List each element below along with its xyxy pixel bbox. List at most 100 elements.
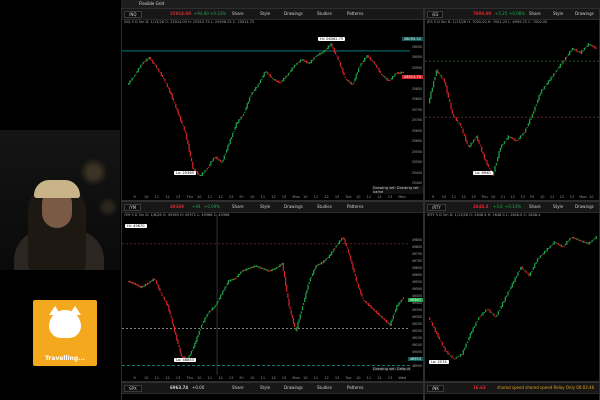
time-tick: 10 bbox=[144, 376, 149, 380]
candle bbox=[400, 299, 402, 303]
candle bbox=[556, 242, 558, 244]
candle bbox=[135, 284, 138, 286]
candle bbox=[335, 51, 337, 55]
price-chart[interactable] bbox=[122, 215, 410, 375]
candle bbox=[577, 238, 579, 241]
candle bbox=[250, 95, 252, 97]
price-tick: 49150 bbox=[411, 336, 422, 340]
symbol-selector[interactable]: /NK bbox=[427, 385, 444, 392]
candle bbox=[263, 268, 265, 270]
candle bbox=[267, 269, 269, 272]
candle bbox=[365, 301, 368, 304]
symbol-selector[interactable]: /ES bbox=[427, 11, 444, 18]
studies-button[interactable]: Studies bbox=[317, 204, 332, 209]
studies-button[interactable]: Studies bbox=[317, 385, 332, 390]
time-tick: Fri bbox=[239, 376, 244, 380]
candle bbox=[476, 320, 478, 322]
candle bbox=[434, 76, 436, 81]
candle bbox=[297, 321, 299, 329]
symbol-selector[interactable]: /RTY bbox=[427, 204, 446, 211]
candle bbox=[388, 323, 390, 325]
candle bbox=[341, 66, 343, 69]
candle bbox=[582, 50, 584, 52]
time-axis: 9 10 11 12 13 Thu 10 11 12 13 Fri 10 11 12 13 Mon 10 11 12… bbox=[122, 194, 409, 200]
chart-panel-es[interactable]: /ES 7000.00 +5.25 +0.08% Share Style Dra… bbox=[424, 8, 600, 201]
time-tick: 13 bbox=[569, 195, 574, 199]
chart-panel-spx[interactable]: SPX 6963.74 +0.00 Share Style Drawings S… bbox=[121, 382, 424, 400]
candle bbox=[517, 139, 519, 141]
price-chart[interactable] bbox=[425, 22, 600, 192]
style-button[interactable]: Style bbox=[260, 385, 270, 390]
candle bbox=[209, 164, 211, 167]
style-button[interactable]: Style bbox=[260, 11, 270, 16]
candle bbox=[244, 269, 246, 271]
drawings-button[interactable]: Drawings bbox=[284, 385, 303, 390]
candle bbox=[298, 61, 300, 63]
candle bbox=[310, 276, 313, 278]
drawings-button[interactable]: Drawings bbox=[284, 11, 303, 16]
candle bbox=[384, 320, 387, 322]
patterns-button[interactable]: Patterns bbox=[347, 204, 363, 209]
candle bbox=[454, 116, 456, 118]
candle bbox=[489, 168, 491, 170]
symbol-selector[interactable]: /NQ bbox=[124, 11, 142, 18]
candle bbox=[554, 73, 556, 75]
candle bbox=[198, 330, 200, 335]
candle bbox=[154, 279, 157, 281]
share-button[interactable]: Share bbox=[232, 11, 244, 16]
candle bbox=[200, 174, 202, 176]
candle bbox=[594, 45, 596, 49]
style-button[interactable]: Style bbox=[260, 204, 270, 209]
symbol-selector[interactable]: /YM bbox=[124, 204, 142, 211]
price-chart[interactable] bbox=[122, 22, 410, 192]
candle bbox=[346, 247, 348, 249]
candle bbox=[388, 79, 390, 81]
style-button[interactable]: Style bbox=[553, 204, 563, 209]
candle bbox=[493, 171, 495, 176]
share-button[interactable]: Share bbox=[232, 385, 244, 390]
candle bbox=[266, 71, 268, 73]
chart-panel-ym[interactable]: /YM 49369 +44 +0.09% Share Style Drawing… bbox=[121, 201, 424, 382]
candle bbox=[541, 254, 543, 256]
candle bbox=[338, 240, 341, 244]
price-tick: 49350 bbox=[411, 308, 422, 312]
candle bbox=[193, 346, 195, 349]
time-tick: Wed bbox=[398, 376, 407, 380]
time-axis: 9 10 11 12 13 Thu 10 11 12 13 Fri 10 11 12 13 Mon 10 bbox=[425, 194, 599, 200]
candle bbox=[387, 77, 389, 81]
candle bbox=[240, 116, 242, 120]
patterns-button[interactable]: Patterns bbox=[347, 385, 363, 390]
candle bbox=[396, 305, 398, 311]
candle bbox=[171, 318, 173, 324]
time-tick: 11 bbox=[207, 195, 213, 199]
candle bbox=[430, 320, 432, 322]
drawings-button[interactable]: Drawings bbox=[575, 11, 594, 16]
chart-panel-nk[interactable]: /NK 16.63 shared speed shared speed Rela… bbox=[424, 382, 600, 400]
drawings-button[interactable]: Drawings bbox=[284, 204, 303, 209]
candle bbox=[336, 55, 338, 57]
candle bbox=[145, 284, 148, 286]
chart-panel-rty[interactable]: /RTY 2648.4 +3.6 +0.14% Share Style Draw… bbox=[424, 201, 600, 382]
candle bbox=[590, 241, 592, 243]
symbol-selector[interactable]: SPX bbox=[124, 385, 142, 392]
patterns-button[interactable]: Patterns bbox=[347, 11, 363, 16]
candle bbox=[364, 301, 366, 303]
share-button[interactable]: Share bbox=[529, 11, 541, 16]
share-button[interactable]: Share bbox=[232, 204, 244, 209]
studies-button[interactable]: Studies bbox=[317, 11, 332, 16]
candle bbox=[379, 71, 381, 74]
price-tick: 49700 bbox=[411, 259, 422, 263]
candle bbox=[485, 158, 487, 161]
candle bbox=[332, 47, 334, 49]
price-chart[interactable] bbox=[425, 215, 600, 375]
drawings-button[interactable]: Drawings bbox=[575, 204, 594, 209]
chart-panel-nq[interactable]: /NQ 25914.00 +94.00 +0.33% Share Style D… bbox=[121, 8, 424, 201]
candle bbox=[539, 255, 541, 258]
change-percent: +0.08% bbox=[509, 11, 526, 16]
style-button[interactable]: Style bbox=[553, 11, 563, 16]
candle bbox=[134, 75, 136, 77]
candle bbox=[578, 239, 581, 241]
share-button[interactable]: Share bbox=[529, 204, 541, 209]
candle bbox=[335, 245, 337, 248]
candle bbox=[450, 102, 452, 110]
